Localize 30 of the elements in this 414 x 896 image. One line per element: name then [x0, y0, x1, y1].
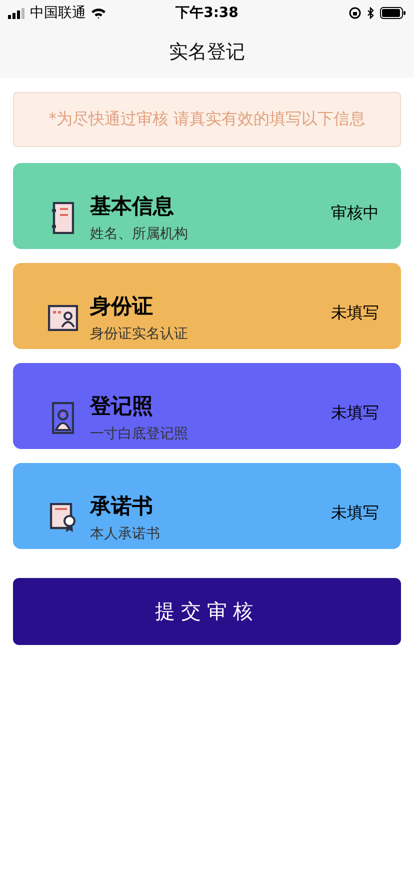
section-title: 承诺书 [90, 493, 154, 520]
section-subtitle: 本人承诺书 [90, 525, 161, 543]
section-title: 身份证 [90, 293, 154, 320]
section-subtitle: 身份证实名认证 [90, 325, 189, 343]
rotation-lock-icon [349, 7, 362, 19]
clock-time: 下午3:38 [176, 5, 238, 21]
wifi-icon [91, 8, 106, 18]
form-section-card[interactable]: 登记照 一寸白底登记照 未填写 [13, 363, 401, 449]
id-card-icon [48, 305, 78, 331]
signal-icon [8, 8, 25, 18]
section-status: 未填写 [331, 402, 379, 424]
certificate-icon [50, 503, 76, 533]
notebook-icon [52, 202, 74, 234]
battery-icon [380, 7, 406, 19]
section-status: 未填写 [331, 302, 379, 324]
form-section-card[interactable]: 身份证 身份证实名认证 未填写 [13, 263, 401, 349]
carrier-name: 中国联通 [30, 4, 86, 22]
submit-button[interactable]: 提交审核 [13, 578, 401, 645]
form-section-card[interactable]: 基本信息 姓名、所属机构 审核中 [13, 163, 401, 249]
section-status: 审核中 [331, 202, 379, 224]
form-section-card[interactable]: 承诺书 本人承诺书 未填写 [13, 463, 401, 549]
portrait-icon [52, 402, 74, 434]
bluetooth-icon [367, 7, 374, 19]
section-title: 登记照 [90, 393, 154, 420]
section-subtitle: 姓名、所属机构 [90, 225, 189, 243]
section-status: 未填写 [331, 502, 379, 524]
section-subtitle: 一寸白底登记照 [90, 425, 189, 443]
notice-banner: *为尽快通过审核 请真实有效的填写以下信息 [13, 92, 401, 147]
section-title: 基本信息 [90, 193, 175, 220]
page-title: 实名登记 [169, 40, 245, 65]
